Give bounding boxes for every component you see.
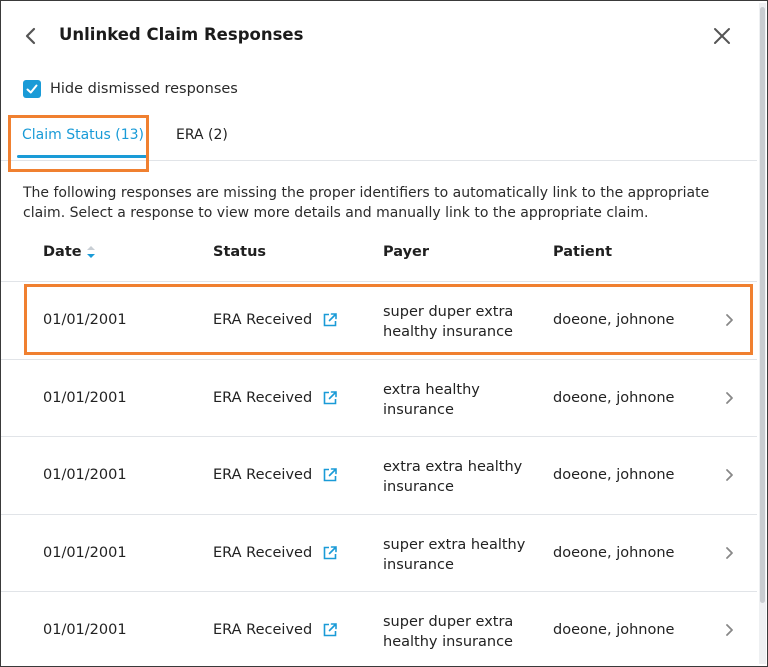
- row-payer: super duper extra healthy insurance: [383, 304, 514, 340]
- row-patient: doeone, johnone: [553, 544, 675, 561]
- table-row[interactable]: 01/01/2001 ERA Received super duper extr…: [1, 591, 757, 666]
- row-status-label: ERA Received: [213, 467, 313, 483]
- table-row[interactable]: 01/01/2001 ERA Received extra extra heal…: [1, 436, 757, 514]
- row-patient: doeone, johnone: [553, 622, 675, 638]
- column-header-date[interactable]: Date: [43, 244, 96, 260]
- row-status-label: ERA Received: [213, 312, 313, 328]
- row-payer: super extra healthy insurance: [383, 536, 526, 573]
- tab-era-label: ERA (2): [176, 127, 228, 143]
- row-status-label: ERA Received: [213, 389, 313, 406]
- column-header-date-label: Date: [43, 244, 82, 260]
- external-link-icon[interactable]: [322, 545, 338, 561]
- chevron-right-icon: [726, 314, 733, 326]
- tab-era[interactable]: ERA (2): [176, 114, 228, 160]
- row-date: 01/01/2001: [43, 312, 127, 328]
- table-row[interactable]: 01/01/2001 ERA Received super duper extr…: [1, 281, 757, 359]
- table-row[interactable]: 01/01/2001 ERA Received super extra heal…: [1, 513, 757, 592]
- row-status: ERA Received: [213, 622, 338, 638]
- row-payer: extra extra healthy insurance: [383, 459, 523, 495]
- column-header-status: Status: [213, 244, 267, 260]
- row-patient: doeone, johnone: [553, 389, 675, 406]
- tab-claim-status[interactable]: Claim Status (13): [17, 114, 148, 160]
- row-payer: extra healthy insurance: [383, 381, 480, 418]
- active-tab-indicator: [17, 155, 148, 158]
- chevron-right-icon: [726, 469, 733, 481]
- checkmark-icon: [26, 84, 38, 94]
- close-icon[interactable]: [711, 25, 733, 47]
- row-date: 01/01/2001: [43, 544, 127, 561]
- tab-claim-status-label: Claim Status (13): [22, 127, 145, 143]
- external-link-icon[interactable]: [322, 390, 338, 406]
- column-header-payer: Payer: [383, 244, 430, 260]
- scrollbar-thumb[interactable]: [760, 7, 765, 603]
- panel-header: Unlinked Claim Responses: [1, 1, 757, 71]
- row-status: ERA Received: [213, 390, 338, 406]
- external-link-icon[interactable]: [322, 467, 338, 483]
- row-date: 01/01/2001: [43, 389, 127, 406]
- table-row[interactable]: 01/01/2001 ERA Received extra healthy in…: [1, 358, 757, 437]
- row-status-label: ERA Received: [213, 544, 313, 561]
- row-status: ERA Received: [213, 312, 338, 328]
- chevron-left-icon[interactable]: [21, 25, 41, 47]
- chevron-right-icon: [726, 391, 733, 404]
- page-title: Unlinked Claim Responses: [59, 25, 304, 44]
- row-payer: super duper extra healthy insurance: [383, 614, 514, 650]
- chevron-right-icon: [726, 546, 733, 559]
- row-status: ERA Received: [213, 467, 338, 483]
- row-patient: doeone, johnone: [553, 312, 675, 328]
- row-patient: doeone, johnone: [553, 467, 675, 483]
- tab-bar: Claim Status (13) ERA (2): [1, 114, 757, 161]
- row-date: 01/01/2001: [43, 622, 127, 638]
- unlinked-claim-responses-panel: Unlinked Claim Responses Hide dismissed …: [0, 0, 768, 667]
- description-text: The following responses are missing the …: [23, 185, 710, 221]
- hide-dismissed-toggle: Hide dismissed responses: [23, 78, 238, 100]
- sort-icon[interactable]: [86, 244, 96, 260]
- hide-dismissed-label: Hide dismissed responses: [50, 81, 238, 97]
- scrollbar[interactable]: [759, 3, 766, 664]
- hide-dismissed-checkbox[interactable]: [23, 80, 41, 98]
- row-status-label: ERA Received: [213, 622, 313, 638]
- chevron-right-icon: [726, 624, 733, 636]
- external-link-icon[interactable]: [322, 622, 338, 638]
- responses-table-body: 01/01/2001 ERA Received super duper extr…: [1, 281, 757, 666]
- external-link-icon[interactable]: [322, 312, 338, 328]
- row-status: ERA Received: [213, 545, 338, 561]
- row-date: 01/01/2001: [43, 467, 127, 483]
- column-header-patient: Patient: [553, 244, 613, 260]
